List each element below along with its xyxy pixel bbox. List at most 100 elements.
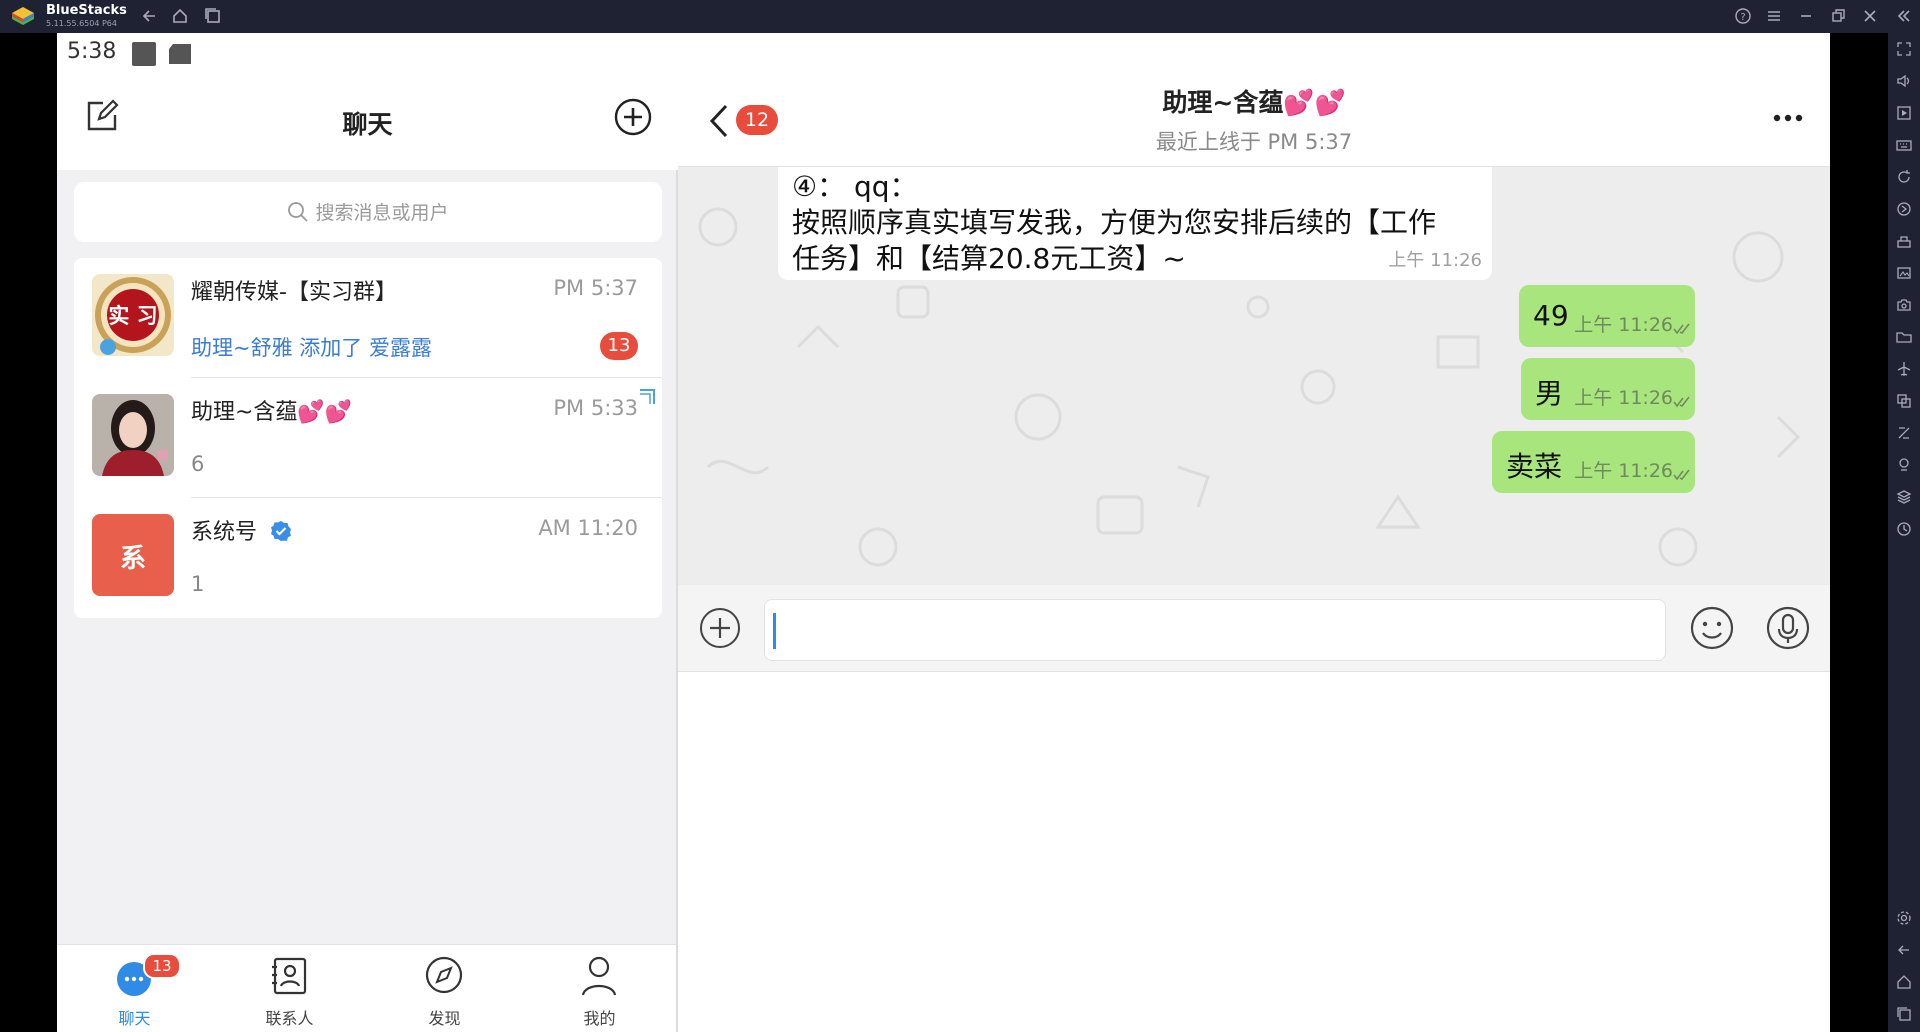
emulator-side-toolbar <box>1888 33 1920 1032</box>
folder-icon[interactable] <box>1896 329 1912 345</box>
emulator-titlebar: BlueStacks 5.11.55.6504 P64 ? <box>0 0 1920 33</box>
contacts-icon <box>272 957 307 995</box>
message-area[interactable]: ④： qq： 按照顺序真实填写发我，方便为您安排后续的【工作 任务】和【结算20… <box>678 167 1830 585</box>
conversation-panel: 12 助理~含蕴💕💕 最近上线于 PM 5:37 ④： qq： 按照顺序真实填写… <box>678 33 1830 1032</box>
chat-name-text: 系统号 <box>191 520 258 545</box>
outgoing-message[interactable]: 卖菜 上午 11:26 <box>1492 431 1695 493</box>
page-title: 聊天 <box>342 110 393 139</box>
android-back-icon[interactable] <box>1896 942 1912 958</box>
macro-icon[interactable] <box>1896 521 1912 537</box>
android-screen: 5:38 聊天 搜索消息或用户 实 习 耀朝传媒-【实习群】 PM 5:37 助… <box>57 33 1830 1032</box>
message-input[interactable] <box>764 599 1666 661</box>
tab-label: 我的 <box>583 1009 616 1028</box>
user-profile-icon <box>581 956 617 996</box>
help-icon[interactable]: ? <box>1733 6 1753 26</box>
chat-row-assistant[interactable]: 助理~含蕴💕💕 PM 5:33 6 <box>74 378 662 498</box>
search-bar[interactable]: 搜索消息或用户 <box>74 182 662 242</box>
collapse-sidebar-icon[interactable] <box>1893 6 1913 26</box>
more-options-icon[interactable] <box>1772 113 1804 123</box>
outgoing-message[interactable]: 49 上午 11:26 <box>1519 285 1695 347</box>
volume-icon[interactable] <box>1896 73 1912 89</box>
eco-mode-icon[interactable] <box>1896 425 1912 441</box>
chat-list: 实 习 耀朝传媒-【实习群】 PM 5:37 助理~舒雅 添加了 爱露露 13 <box>74 258 662 618</box>
settings-gear-icon[interactable] <box>1896 910 1912 926</box>
microphone-icon[interactable] <box>1764 604 1812 652</box>
tab-chats[interactable]: 13 聊天 <box>57 945 212 1032</box>
attach-plus-icon[interactable] <box>698 606 742 650</box>
last-seen-status: 最近上线于 PM 5:37 <box>1155 130 1353 154</box>
group-avatar-text: 实 习 <box>108 304 158 328</box>
location-icon[interactable] <box>1896 457 1912 473</box>
double-check-icon <box>1673 323 1690 335</box>
multi-instance-icon[interactable] <box>1896 393 1912 409</box>
chat-name: 助理~含蕴💕💕 <box>191 400 353 425</box>
chat-time: PM 5:33 <box>553 396 638 420</box>
status-time: 5:38 <box>67 39 117 64</box>
emoji-icon[interactable] <box>1688 604 1736 652</box>
chat-time: AM 11:20 <box>538 516 638 540</box>
conversation-header: 12 助理~含蕴💕💕 最近上线于 PM 5:37 <box>678 33 1830 167</box>
close-icon[interactable] <box>1860 6 1880 26</box>
chat-last-message: 1 <box>191 572 205 596</box>
chat-time: PM 5:37 <box>553 276 638 300</box>
system-avatar: 系 <box>92 514 174 596</box>
status-bar: 5:38 <box>57 33 678 75</box>
sd-card-icon <box>169 44 191 64</box>
chat-name: 系统号 <box>191 514 292 546</box>
tab-unread-badge: 13 <box>143 953 181 979</box>
outgoing-message[interactable]: 男 上午 11:26 <box>1521 358 1695 420</box>
emulator-left-margin <box>0 33 57 1032</box>
bluestacks-logo-icon <box>12 7 34 25</box>
tab-discover[interactable]: 发现 <box>367 945 522 1032</box>
android-recents-icon[interactable] <box>1896 1006 1912 1022</box>
chat-list-header: 聊天 <box>57 75 678 170</box>
search-placeholder: 搜索消息或用户 <box>315 202 449 224</box>
message-text: 卖菜 <box>1506 450 1563 483</box>
message-time: 上午 11:26 <box>1574 460 1673 482</box>
install-apk-icon[interactable] <box>1896 233 1912 249</box>
text-caret <box>773 613 776 649</box>
unread-badge: 13 <box>600 332 638 360</box>
restore-icon[interactable] <box>1828 6 1848 26</box>
minimize-icon[interactable] <box>1796 6 1816 26</box>
message-text: 男 <box>1535 377 1564 410</box>
chat-last-message: 6 <box>191 452 205 476</box>
rotate-icon[interactable] <box>1896 169 1912 185</box>
screenshot-icon[interactable] <box>1896 265 1912 281</box>
incoming-message[interactable]: ④： qq： 按照顺序真实填写发我，方便为您安排后续的【工作 任务】和【结算20… <box>778 167 1492 280</box>
screen-record-icon[interactable] <box>1896 105 1912 121</box>
conversation-title: 助理~含蕴💕💕 <box>1162 88 1346 117</box>
tab-contacts[interactable]: 联系人 <box>212 945 367 1032</box>
keyboard-icon[interactable] <box>1896 137 1912 153</box>
sync-icon[interactable] <box>1896 201 1912 217</box>
system-avatar-text: 系 <box>119 544 146 574</box>
chat-row-group[interactable]: 实 习 耀朝传媒-【实习群】 PM 5:37 助理~舒雅 添加了 爱露露 13 <box>74 258 662 378</box>
layers-icon[interactable] <box>1896 489 1912 505</box>
fullscreen-icon[interactable] <box>1896 41 1912 57</box>
tab-label: 联系人 <box>265 1009 314 1028</box>
double-check-icon <box>1673 396 1690 408</box>
message-input-bar <box>678 585 1830 672</box>
tab-me[interactable]: 我的 <box>522 945 677 1032</box>
search-icon <box>288 202 309 222</box>
notification-icon <box>132 42 156 66</box>
message-time: 上午 11:26 <box>1388 250 1482 271</box>
menu-icon[interactable] <box>1764 6 1784 26</box>
recent-apps-icon[interactable] <box>203 6 223 26</box>
camera-icon[interactable] <box>1896 297 1912 313</box>
android-home-icon[interactable] <box>1896 974 1912 990</box>
home-icon[interactable] <box>170 6 190 26</box>
emulator-version: 5.11.55.6504 P64 <box>46 19 117 28</box>
user-avatar <box>92 394 174 476</box>
verified-icon <box>271 521 292 541</box>
message-text: 49 <box>1533 299 1569 332</box>
chat-row-system[interactable]: 系 系统号 AM 11:20 1 <box>74 498 662 618</box>
add-circle-icon[interactable] <box>613 97 653 137</box>
back-arrow-icon[interactable] <box>140 6 160 26</box>
message-time: 上午 11:26 <box>1574 314 1673 336</box>
message-time: 上午 11:26 <box>1574 387 1673 409</box>
bottom-tab-bar: 13 聊天 联系人 发现 我的 <box>57 944 676 1032</box>
chat-list-panel: 5:38 聊天 搜索消息或用户 实 习 耀朝传媒-【实习群】 PM 5:37 助… <box>57 33 678 1032</box>
tab-label: 发现 <box>428 1009 461 1028</box>
airplane-icon[interactable] <box>1896 361 1912 377</box>
